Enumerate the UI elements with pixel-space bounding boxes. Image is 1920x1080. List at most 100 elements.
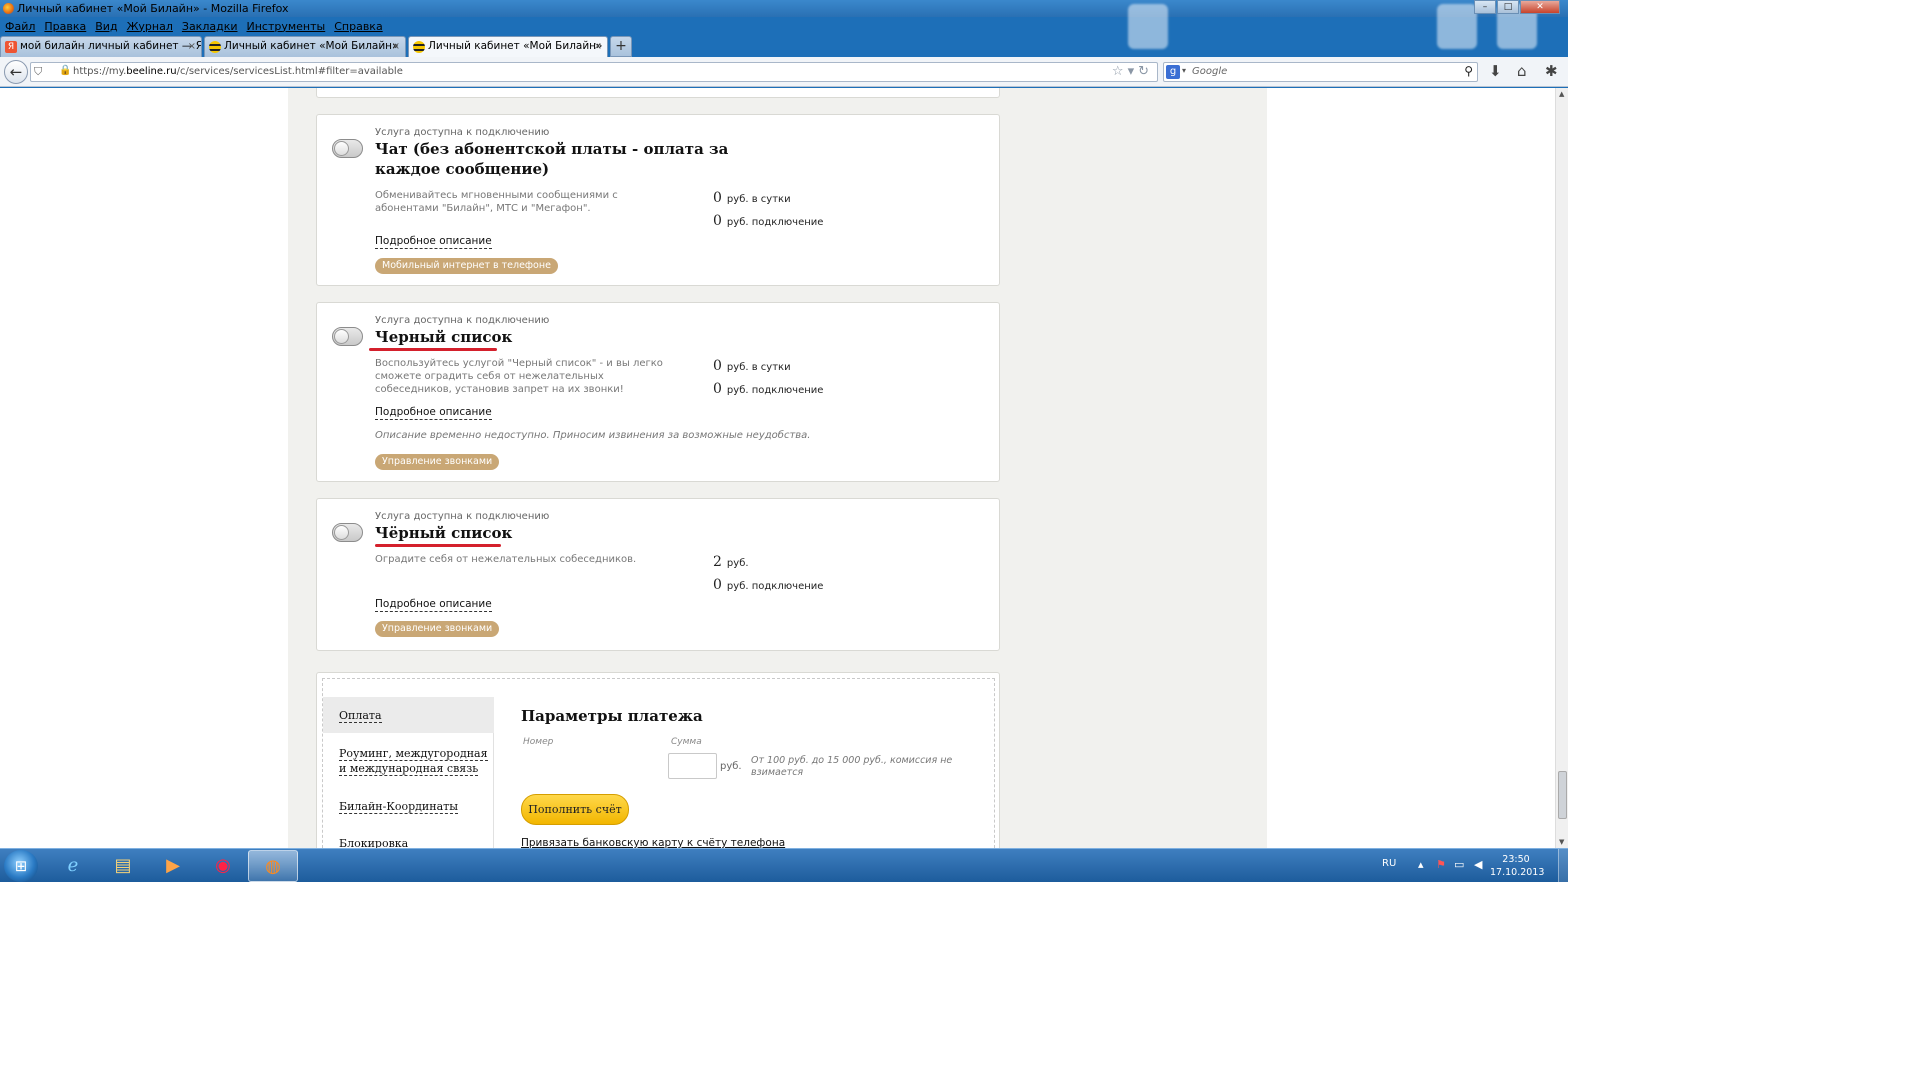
- menu-edit[interactable]: Правка: [44, 20, 86, 33]
- service-toggle[interactable]: [332, 139, 363, 158]
- minimize-button[interactable]: –: [1474, 0, 1496, 14]
- taskbar: ⊞ ℯ ▤ ▶ ◉ ◍ RU ▴ ⚑ ▭ ◀ 23:50 17.10.2013: [0, 848, 1568, 883]
- tab-label: Личный кабинет «Мой Билайн»: [224, 40, 399, 52]
- service-card: Услуга доступна к подключению Чёрный спи…: [316, 498, 1000, 651]
- service-description: Оградите себя от нежелательных собеседни…: [375, 554, 637, 565]
- google-icon[interactable]: g: [1166, 65, 1180, 79]
- beeline-icon: [413, 41, 425, 53]
- category-tag[interactable]: Управление звонками: [375, 621, 500, 637]
- chrome-icon[interactable]: ◉: [198, 850, 248, 882]
- network-icon[interactable]: ▭: [1454, 858, 1464, 871]
- service-name: Чат (без абонентской платы - оплата за к…: [375, 140, 729, 178]
- menu-file[interactable]: Файл: [5, 20, 35, 33]
- sum-input[interactable]: [668, 753, 717, 779]
- tab-label: мой билайн личный кабинет — Ян...: [20, 40, 202, 52]
- number-label: Номер: [523, 737, 554, 747]
- new-tab-button[interactable]: +: [610, 36, 632, 57]
- service-status: Услуга доступна к подключению: [375, 127, 550, 138]
- menu-tools[interactable]: Инструменты: [247, 20, 326, 33]
- scroll-down-icon[interactable]: ▼: [1559, 838, 1564, 846]
- action-center-icon[interactable]: ⚑: [1436, 858, 1446, 871]
- service-toggle[interactable]: [332, 523, 363, 542]
- url-text: https://my.beeline.ru/c/services/service…: [73, 66, 403, 77]
- media-player-icon[interactable]: ▶: [148, 850, 198, 882]
- red-underline: [369, 348, 497, 351]
- beeline-icon: [209, 41, 221, 53]
- payment-nav-item[interactable]: Блокировка: [339, 836, 409, 848]
- url-bar[interactable]: ⛉ 🔒 https://my.beeline.ru/c/services/ser…: [30, 62, 1158, 82]
- show-desktop-button[interactable]: [1558, 849, 1568, 883]
- vertical-scrollbar[interactable]: ▲ ▼: [1555, 88, 1568, 848]
- close-button[interactable]: ✕: [1520, 0, 1560, 14]
- category-tag[interactable]: Управление звонками: [375, 454, 500, 470]
- bookmark-star-icon[interactable]: ☆▾↻: [1112, 64, 1153, 79]
- language-indicator[interactable]: RU: [1382, 858, 1396, 869]
- payment-hint: От 100 руб. до 15 000 руб., комиссия не …: [751, 755, 953, 778]
- service-description: Обменивайтесь мгновенными сообщениями с …: [375, 190, 618, 214]
- firefox-icon: [3, 3, 14, 14]
- service-description: Воспользуйтесь услугой "Черный список" -…: [375, 358, 663, 395]
- payment-panel: Оплата Роуминг, междугородная и междунар…: [316, 672, 1000, 848]
- menu-bookmarks[interactable]: Закладки: [182, 20, 238, 33]
- maximize-button[interactable]: □: [1497, 0, 1519, 14]
- menu-history[interactable]: Журнал: [127, 20, 173, 33]
- menu-bar: Файл Правка Вид Журнал Закладки Инструме…: [0, 17, 1568, 35]
- search-bar[interactable]: g ▾ Google ⚲: [1163, 62, 1478, 82]
- clock[interactable]: 23:50 17.10.2013: [1490, 853, 1544, 879]
- tab-beeline-2[interactable]: Личный кабинет «Мой Билайн» ×: [408, 36, 608, 57]
- download-icon[interactable]: ⬇: [1489, 62, 1502, 80]
- price-row: 2 руб.: [713, 554, 749, 570]
- window-title: Личный кабинет «Мой Билайн» - Mozilla Fi…: [17, 2, 289, 15]
- service-toggle[interactable]: [332, 327, 363, 346]
- payment-nav-item[interactable]: Роуминг, междугородная и международная с…: [339, 746, 489, 776]
- tab-beeline-1[interactable]: Личный кабинет «Мой Билайн» ×: [204, 36, 406, 57]
- firefox-icon[interactable]: ◍: [248, 850, 298, 882]
- tab-yandex[interactable]: Я мой билайн личный кабинет — Ян... ×: [0, 36, 202, 57]
- service-note: Описание временно недоступно. Приносим и…: [375, 430, 811, 441]
- service-card: Услуга доступна к подключению Черный спи…: [316, 302, 1000, 482]
- bind-card-link[interactable]: Привязать банковскую карту к счёту телеф…: [521, 837, 785, 848]
- scroll-up-icon[interactable]: ▲: [1559, 90, 1564, 98]
- service-name: Чёрный список: [375, 524, 513, 542]
- scroll-thumb[interactable]: [1558, 771, 1567, 819]
- details-link[interactable]: Подробное описание: [375, 235, 492, 249]
- menu-help[interactable]: Справка: [334, 20, 382, 33]
- payment-nav-item[interactable]: Оплата: [339, 708, 382, 723]
- category-tag[interactable]: Мобильный интернет в телефоне: [375, 258, 558, 274]
- home-icon[interactable]: ⌂: [1517, 62, 1527, 80]
- shield-icon: ⛉: [34, 65, 43, 78]
- payment-inner: Оплата Роуминг, междугородная и междунар…: [322, 678, 995, 848]
- phone-number-input[interactable]: [513, 747, 643, 787]
- price-row: 0 руб. подключение: [713, 577, 824, 593]
- service-name: Черный список: [375, 328, 513, 346]
- tab-close-icon[interactable]: ×: [392, 37, 400, 56]
- firefox-window: Личный кабинет «Мой Билайн» - Mozilla Fi…: [0, 0, 1568, 883]
- show-hidden-icons-icon[interactable]: ▴: [1418, 858, 1424, 871]
- service-status: Услуга доступна к подключению: [375, 511, 550, 522]
- chevron-down-icon[interactable]: ▾: [1182, 66, 1186, 75]
- payment-nav-item[interactable]: Билайн-Координаты: [339, 799, 458, 814]
- file-explorer-icon[interactable]: ▤: [98, 850, 148, 882]
- title-bar: Личный кабинет «Мой Билайн» - Mozilla Fi…: [0, 0, 1568, 49]
- price-row: 0 руб. подключение: [713, 381, 824, 397]
- menu-view[interactable]: Вид: [95, 20, 117, 33]
- sum-label: Сумма: [671, 737, 702, 747]
- details-link[interactable]: Подробное описание: [375, 598, 492, 612]
- internet-explorer-icon[interactable]: ℯ: [48, 850, 98, 882]
- lock-icon: 🔒: [59, 65, 72, 76]
- price-row: 0 руб. в сутки: [713, 358, 791, 374]
- tab-close-icon[interactable]: ×: [594, 37, 602, 56]
- volume-icon[interactable]: ◀: [1474, 858, 1482, 871]
- topup-button[interactable]: Пополнить счёт: [521, 794, 629, 825]
- start-button[interactable]: ⊞: [4, 850, 38, 882]
- search-icon[interactable]: ⚲: [1464, 64, 1473, 78]
- currency-label: руб.: [720, 761, 742, 772]
- addon-icon[interactable]: ✱: [1545, 62, 1558, 80]
- back-button[interactable]: ←: [4, 60, 28, 84]
- tab-strip: Я мой билайн личный кабинет — Ян... × Ли…: [0, 36, 632, 57]
- red-underline: [375, 544, 501, 547]
- details-link[interactable]: Подробное описание: [375, 406, 492, 420]
- yandex-icon: Я: [5, 41, 17, 53]
- service-card: Услуга доступна к подключению Чат (без а…: [316, 114, 1000, 286]
- tab-close-icon[interactable]: ×: [188, 37, 196, 56]
